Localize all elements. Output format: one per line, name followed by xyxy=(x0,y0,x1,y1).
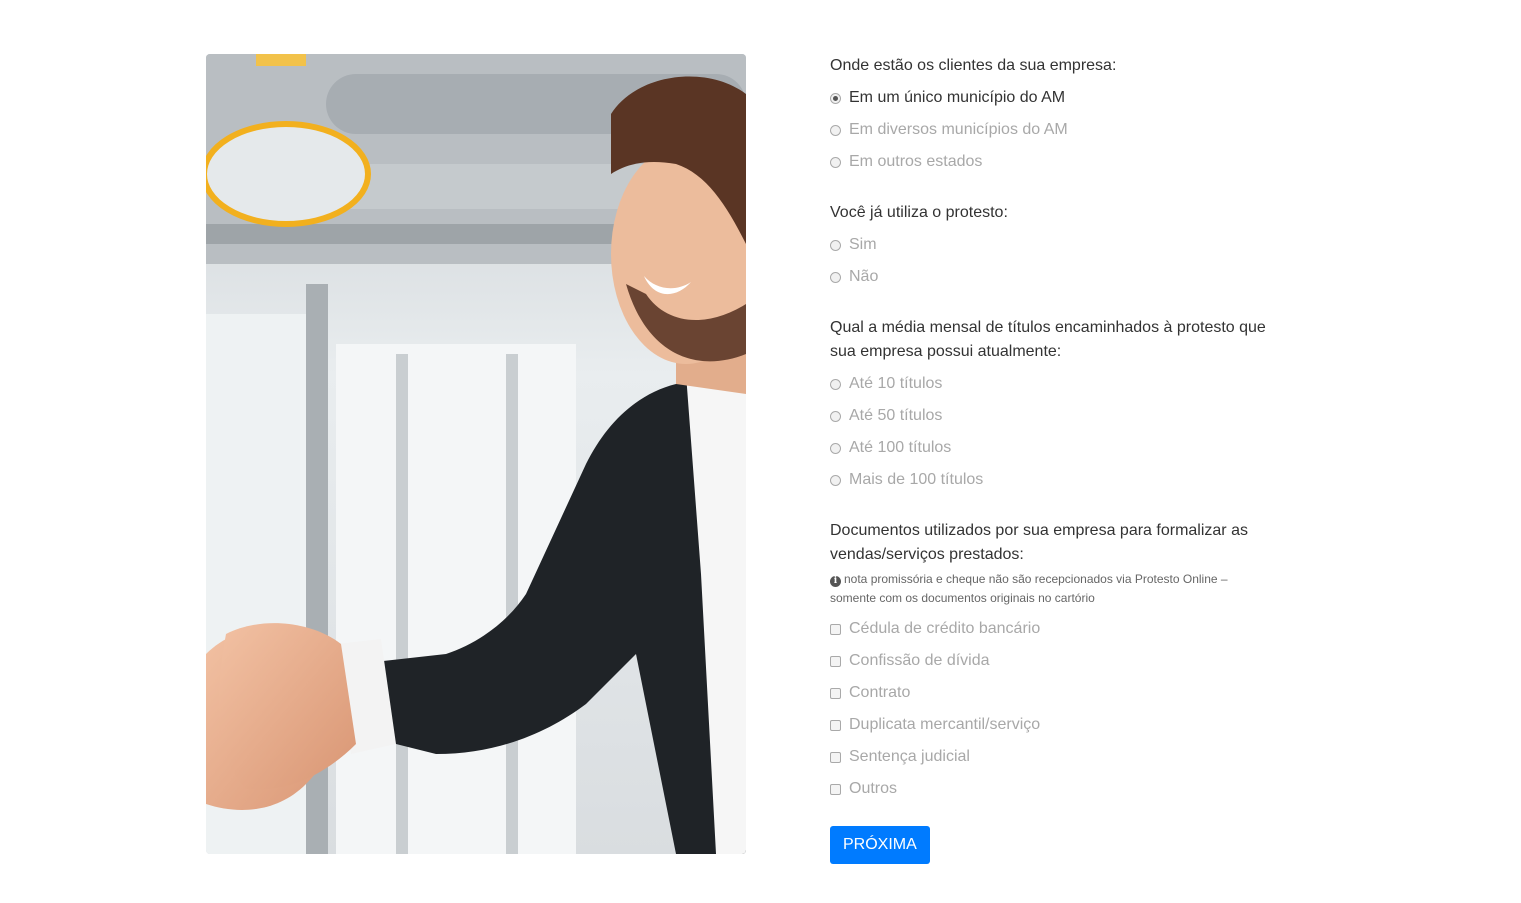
checkbox-option-contrato[interactable]: Contrato xyxy=(830,677,1270,709)
radio-option-single-municipality[interactable]: Em um único município do AM xyxy=(830,82,1270,114)
option-label: Cédula de crédito bancário xyxy=(849,620,1041,637)
radio-button[interactable] xyxy=(830,410,841,422)
radio-button[interactable] xyxy=(830,474,841,486)
radio-button[interactable] xyxy=(830,239,841,251)
checkbox-option-cedula[interactable]: Cédula de crédito bancário xyxy=(830,613,1270,645)
question-label: Você já utiliza o protesto: xyxy=(830,204,1008,221)
checkbox-option-sentenca[interactable]: Sentença judicial xyxy=(830,741,1270,773)
option-label: Outros xyxy=(849,780,898,797)
info-icon: i xyxy=(830,576,841,587)
radio-button-checked[interactable] xyxy=(830,92,841,104)
hero-photo-handshake xyxy=(206,54,746,854)
radio-button[interactable] xyxy=(830,124,841,136)
survey-form: Onde estão os clientes da sua empresa: E… xyxy=(830,54,1270,864)
checkbox[interactable] xyxy=(830,719,841,731)
question-label: Documentos utilizados por sua empresa pa… xyxy=(830,522,1248,563)
radio-button[interactable] xyxy=(830,378,841,390)
documents-note: i nota promissória e cheque não são recep… xyxy=(830,570,1270,608)
checkbox[interactable] xyxy=(830,687,841,699)
radio-option-ate-10[interactable]: Até 10 títulos xyxy=(830,368,1270,400)
option-label: Duplicata mercantil/serviço xyxy=(849,716,1041,733)
radio-option-sim[interactable]: Sim xyxy=(830,229,1270,261)
question-label: Qual a média mensal de títulos encaminha… xyxy=(830,319,1266,360)
radio-button[interactable] xyxy=(830,156,841,168)
option-label: Sim xyxy=(849,236,877,253)
next-button[interactable]: PRÓXIMA xyxy=(830,826,930,864)
option-label: Confissão de dívida xyxy=(849,652,990,669)
radio-button[interactable] xyxy=(830,442,841,454)
option-label: Não xyxy=(849,268,879,285)
option-label: Contrato xyxy=(849,684,911,701)
radio-option-nao[interactable]: Não xyxy=(830,261,1270,293)
radio-option-ate-50[interactable]: Até 50 títulos xyxy=(830,400,1270,432)
checkbox-option-confissao[interactable]: Confissão de dívida xyxy=(830,645,1270,677)
question-uses-protest: Você já utiliza o protesto: Sim Não xyxy=(830,201,1270,293)
checkbox[interactable] xyxy=(830,751,841,763)
radio-button[interactable] xyxy=(830,271,841,283)
radio-option-several-municipalities[interactable]: Em diversos municípios do AM xyxy=(830,114,1270,146)
option-label: Mais de 100 títulos xyxy=(849,471,984,488)
checkbox[interactable] xyxy=(830,783,841,795)
checkbox[interactable] xyxy=(830,623,841,635)
checkbox-option-duplicata[interactable]: Duplicata mercantil/serviço xyxy=(830,709,1270,741)
option-label: Em diversos municípios do AM xyxy=(849,121,1068,138)
question-label: Onde estão os clientes da sua empresa: xyxy=(830,57,1117,74)
option-label: Até 10 títulos xyxy=(849,375,943,392)
question-client-location: Onde estão os clientes da sua empresa: E… xyxy=(830,54,1270,178)
option-label: Em um único município do AM xyxy=(849,89,1066,106)
checkbox-option-outros[interactable]: Outros xyxy=(830,773,1270,805)
option-label: Até 100 títulos xyxy=(849,439,952,456)
option-label: Até 50 títulos xyxy=(849,407,943,424)
note-text: nota promissória e cheque não são recepc… xyxy=(830,572,1228,605)
radio-option-ate-100[interactable]: Até 100 títulos xyxy=(830,432,1270,464)
option-label: Sentença judicial xyxy=(849,748,970,765)
checkbox[interactable] xyxy=(830,655,841,667)
question-documents: Documentos utilizados por sua empresa pa… xyxy=(830,519,1270,805)
option-label: Em outros estados xyxy=(849,153,983,170)
radio-option-other-states[interactable]: Em outros estados xyxy=(830,146,1270,178)
question-monthly-average: Qual a média mensal de títulos encaminha… xyxy=(830,316,1270,496)
radio-option-mais-100[interactable]: Mais de 100 títulos xyxy=(830,464,1270,496)
